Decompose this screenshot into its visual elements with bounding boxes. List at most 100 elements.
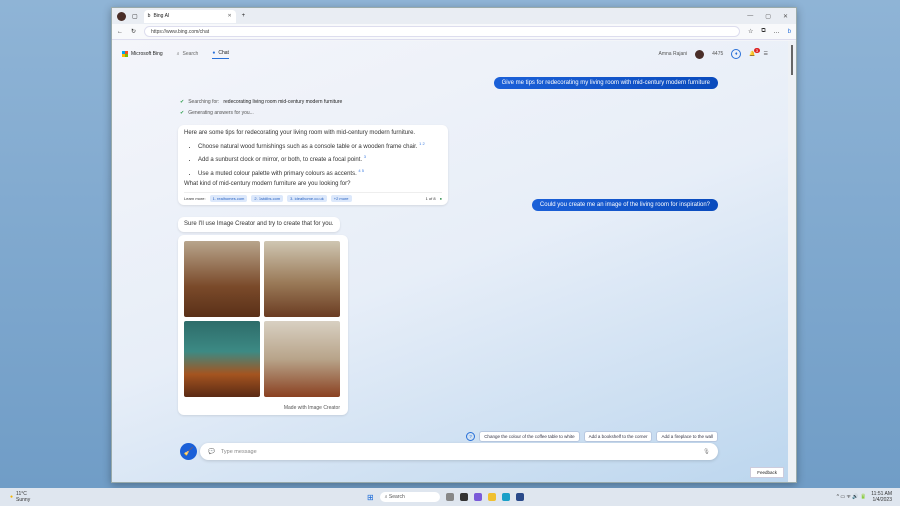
turn-indicator-icon: ● bbox=[439, 195, 442, 201]
user-message: Could you create me an image of the livi… bbox=[531, 199, 718, 211]
search-label: Search bbox=[388, 494, 405, 500]
source-link[interactable]: 2. 1stdibs.com bbox=[251, 194, 284, 202]
made-with-label[interactable]: Made with Image Creator bbox=[178, 403, 348, 414]
tip-item: Add a sunburst clock or mirror, or both,… bbox=[198, 152, 442, 166]
bing-sidebar-icon[interactable]: b bbox=[788, 29, 791, 35]
generated-image[interactable] bbox=[184, 321, 260, 397]
scrollbar[interactable] bbox=[788, 41, 796, 482]
bot-answer: Here are some tips for redecorating your… bbox=[178, 125, 448, 205]
tip-item: Use a muted colour palette with primary … bbox=[198, 166, 442, 180]
chat-icon: ● bbox=[212, 49, 216, 56]
sun-icon: ● bbox=[10, 494, 14, 500]
refresh-icon[interactable]: ↻ bbox=[131, 28, 136, 35]
tip-text: Use a muted colour palette with primary … bbox=[198, 170, 357, 177]
tab-search[interactable]: ⌕ Search bbox=[177, 51, 199, 57]
bing-chat-page: Microsoft Bing ⌕ Search ● Chat Amna Rajani… bbox=[112, 41, 788, 482]
tab-bar: ▢ b Bing AI ✕ + — ▢ ✕ bbox=[112, 8, 796, 24]
tip-text: Add a sunburst clock or mirror, or both,… bbox=[198, 157, 363, 163]
app-icon[interactable] bbox=[459, 493, 468, 501]
scroll-thumb[interactable] bbox=[791, 45, 793, 75]
search-query: redecorating living room mid-century mod… bbox=[223, 99, 343, 105]
taskbar: ● 11°C Sunny ⊞ ⌕ Search ^ ▭ ᯤ 🔊 🔋 11:51 AM… bbox=[0, 488, 900, 506]
edge-icon[interactable] bbox=[501, 493, 510, 501]
bing-header: Microsoft Bing ⌕ Search ● Chat Amna Rajani… bbox=[122, 47, 768, 61]
user-name[interactable]: Amna Rajani bbox=[659, 51, 688, 57]
suggestion-chip[interactable]: Add a fireplace to the wall bbox=[656, 431, 718, 442]
microphone-icon[interactable]: 🎙 bbox=[703, 449, 710, 455]
help-icon[interactable]: ? bbox=[466, 432, 476, 441]
learn-more-row: Learn more: 1. realhomes.com 2. 1stdibs.… bbox=[184, 191, 442, 202]
input-placeholder: Type message bbox=[220, 448, 257, 455]
answer-question: What kind of mid-century modern furnitur… bbox=[184, 181, 351, 187]
status-label: Generating answers for you... bbox=[188, 110, 254, 116]
close-window-button[interactable]: ✕ bbox=[783, 13, 788, 20]
clock[interactable]: 11:51 AM 1/4/2023 bbox=[871, 491, 892, 503]
avatar[interactable] bbox=[695, 49, 705, 59]
source-link[interactable]: 1. realhomes.com bbox=[209, 194, 248, 202]
address-bar[interactable]: https://www.bing.com/chat bbox=[144, 26, 740, 37]
maximize-button[interactable]: ▢ bbox=[765, 13, 771, 20]
tip-text: Choose natural wood furnishings such as … bbox=[198, 143, 418, 150]
source-link[interactable]: 3. idealhome.co.uk bbox=[287, 194, 327, 202]
tab-label: Search bbox=[182, 51, 199, 57]
minimize-button[interactable]: — bbox=[747, 13, 753, 20]
profile-icon[interactable] bbox=[117, 11, 126, 21]
notifications-icon[interactable]: 🔔 3 bbox=[749, 48, 760, 57]
generated-image[interactable] bbox=[184, 241, 260, 317]
suggestion-chip[interactable]: Add a bookshelf to the corner bbox=[583, 431, 653, 442]
tray-icons[interactable]: ^ ▭ ᯤ 🔊 🔋 bbox=[837, 494, 867, 500]
suggestion-chip[interactable]: Change the colour of the coffee table to… bbox=[479, 431, 580, 442]
tab-label: Chat bbox=[218, 49, 229, 56]
rewards-points[interactable]: 4475 bbox=[712, 51, 723, 57]
tab-chat[interactable]: ● Chat bbox=[212, 50, 229, 59]
back-icon[interactable]: ← bbox=[117, 29, 123, 35]
more-sources-link[interactable]: +2 more bbox=[330, 194, 352, 202]
status-label: Searching for: bbox=[188, 99, 220, 105]
date: 1/4/2023 bbox=[872, 497, 892, 503]
suggestions: ? Change the colour of the coffee table … bbox=[466, 431, 718, 442]
menu-icon[interactable]: ☰ bbox=[764, 51, 768, 57]
tab-title: Bing AI bbox=[153, 13, 170, 19]
generated-image[interactable] bbox=[264, 321, 340, 397]
favorite-icon[interactable]: ☆ bbox=[748, 28, 753, 35]
new-topic-button[interactable]: 🧹 bbox=[180, 443, 197, 460]
generated-image[interactable] bbox=[264, 241, 340, 317]
tab-actions-icon[interactable]: ▢ bbox=[132, 13, 138, 20]
feedback-label: Feedback bbox=[757, 470, 777, 475]
browser-tab[interactable]: b Bing AI ✕ bbox=[143, 9, 236, 23]
rewards-icon[interactable]: ♦ bbox=[731, 49, 742, 59]
chat-bubble-icon: 💬 bbox=[208, 448, 215, 455]
store-icon[interactable] bbox=[515, 493, 524, 501]
more-icon[interactable]: … bbox=[774, 29, 780, 35]
turn-counter: 1 of 8 bbox=[425, 195, 436, 201]
taskbar-search[interactable]: ⌕ Search bbox=[379, 492, 440, 502]
user-message: Give me tips for redecorating my living … bbox=[493, 77, 718, 89]
new-tab-button[interactable]: + bbox=[242, 13, 246, 19]
file-explorer-icon[interactable] bbox=[487, 493, 496, 501]
task-view-icon[interactable] bbox=[445, 493, 454, 501]
browser-window: ▢ b Bing AI ✕ + — ▢ ✕ ← ↻ https://www.bing.co… bbox=[111, 7, 797, 483]
close-tab-icon[interactable]: ✕ bbox=[227, 13, 231, 19]
tip-item: Choose natural wood furnishings such as … bbox=[198, 139, 442, 153]
citation[interactable]: 1 2 bbox=[419, 141, 425, 146]
feedback-button[interactable]: Feedback bbox=[750, 467, 784, 478]
brand-name: Microsoft Bing bbox=[131, 51, 163, 57]
search-icon: ⌕ bbox=[176, 51, 180, 57]
status-searching: ✔ Searching for: redecorating living room … bbox=[180, 99, 342, 105]
weather-condition: Sunny bbox=[16, 497, 31, 503]
bing-favicon-icon: b bbox=[147, 13, 151, 19]
answer-intro: Here are some tips for redecorating your… bbox=[184, 130, 416, 136]
microsoft-bing-logo[interactable]: Microsoft Bing bbox=[122, 51, 163, 57]
weather-widget[interactable]: ● 11°C Sunny bbox=[0, 491, 30, 503]
start-icon[interactable]: ⊞ bbox=[367, 493, 374, 502]
check-icon: ✔ bbox=[180, 99, 185, 105]
learn-more-label: Learn more: bbox=[184, 195, 206, 201]
message-input[interactable]: 💬 Type message 🎙 bbox=[200, 443, 718, 460]
address-bar-row: ← ↻ https://www.bing.com/chat ☆ ⧉ … b bbox=[112, 24, 796, 40]
teams-icon[interactable] bbox=[473, 493, 482, 501]
collections-icon[interactable]: ⧉ bbox=[761, 28, 765, 35]
notification-badge: 3 bbox=[754, 48, 760, 53]
citation[interactable]: 4 5 bbox=[358, 168, 364, 173]
citation[interactable]: 3 bbox=[364, 154, 366, 159]
bot-reply: Sure I'll use Image Creator and try to c… bbox=[178, 217, 340, 232]
